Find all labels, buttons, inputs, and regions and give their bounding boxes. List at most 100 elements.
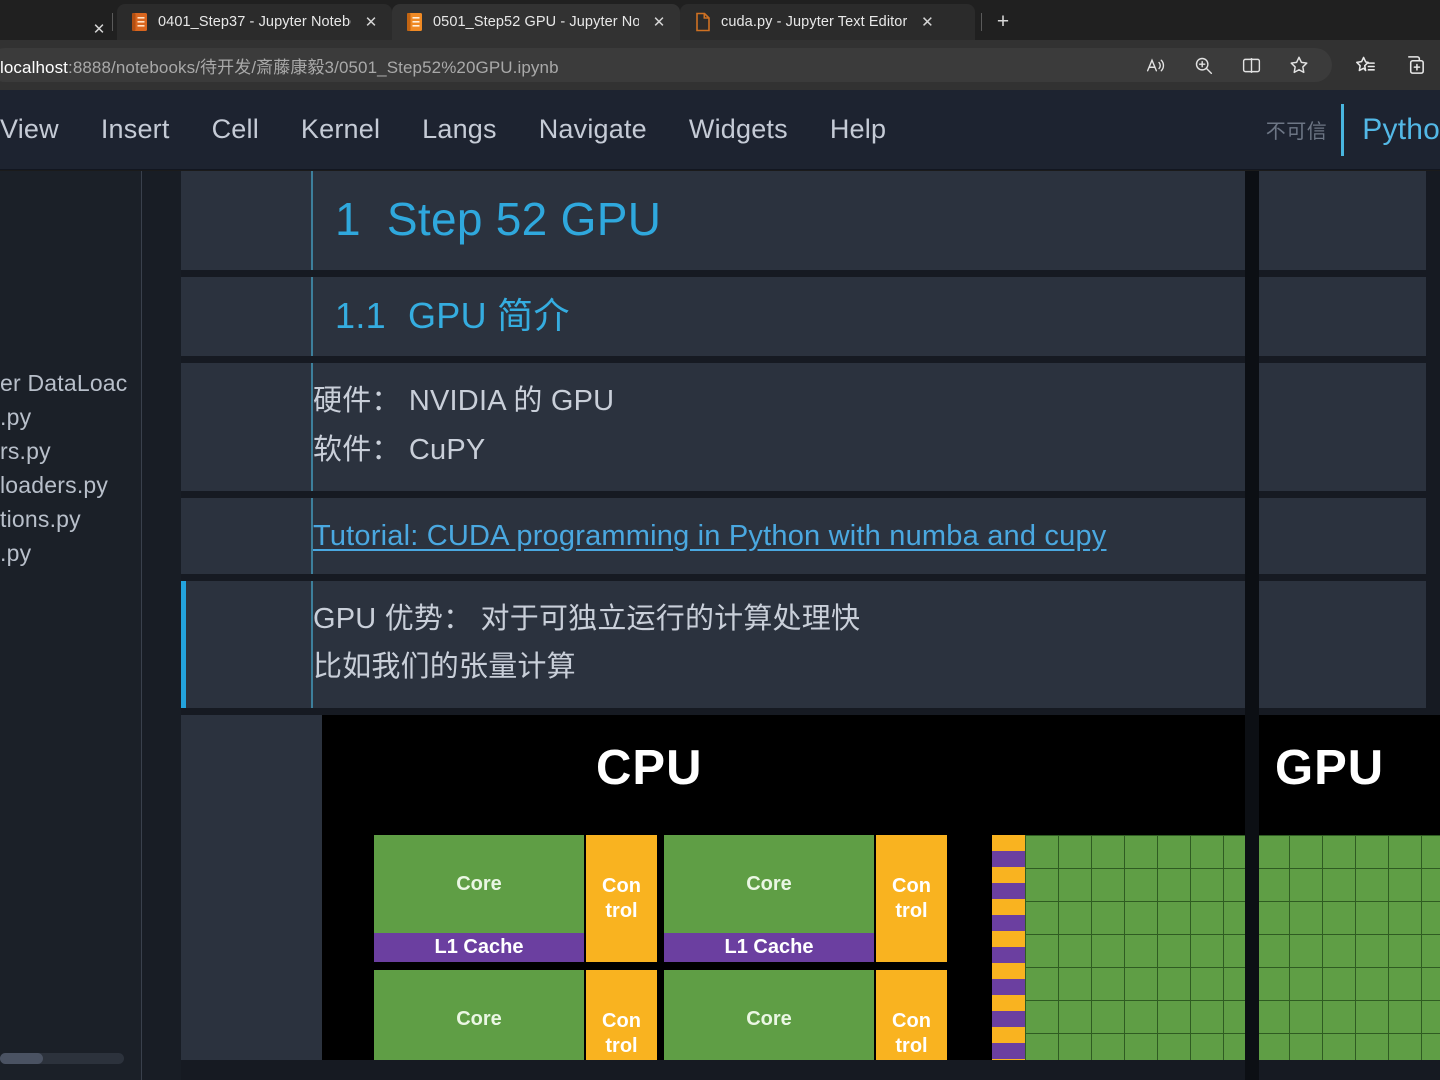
menu-item-widgets[interactable]: Widgets	[668, 114, 809, 145]
cell-prompt-gutter	[181, 171, 311, 270]
browser-tab-0[interactable]: 0401_Step37 - Jupyter Notebook ✕	[117, 4, 392, 40]
browser-tab-1[interactable]: 0501_Step52 GPU - Jupyter Note ✕	[392, 4, 680, 40]
notebook-cell-5[interactable]: CPU GPU Core L1 Cache Con trol Core L1 C…	[181, 715, 1440, 1061]
sidebar-item-1[interactable]: .py	[0, 400, 142, 434]
cell-prompt-gutter	[181, 581, 311, 708]
menu-item-navigate[interactable]: Navigate	[518, 114, 668, 145]
cell-selection-bar	[181, 715, 186, 1060]
sidebar-panel: er DataLoac .py rs.py loaders.py tions.p…	[0, 171, 142, 1080]
read-aloud-icon[interactable]	[1140, 50, 1170, 80]
url-path: :8888/notebooks/待开发/斎藤康毅3/0501_Step52%20…	[68, 57, 559, 77]
sidebar-item-5[interactable]: .py	[0, 536, 142, 570]
paragraph-line: GPU 优势： 对于可独立运行的计算处理快	[313, 602, 861, 635]
notebook-left-margin	[142, 171, 181, 1080]
gpu-core-cells	[1025, 835, 1440, 1061]
tutorial-link[interactable]: Tutorial: CUDA programming in Python wit…	[313, 520, 1107, 552]
notebook-cell-2[interactable]: 硬件： NVIDIA 的 GPU 软件： CuPY	[181, 363, 1426, 491]
sidebar-horizontal-scrollbar[interactable]	[0, 1053, 124, 1064]
heading-section-number: 1	[335, 193, 361, 245]
cell-selection-bar	[181, 580, 186, 709]
new-tab-button[interactable]: +	[986, 7, 1020, 37]
browser-chrome: ✕ 0401_Step37 - Jupyter Notebook ✕	[0, 0, 1440, 90]
tab-close-icon-clipped[interactable]: ✕	[88, 18, 110, 40]
browser-tab-close-icon-0[interactable]: ✕	[360, 11, 382, 33]
gpu-control-stripe	[992, 963, 1025, 980]
cpu-core-block: Core	[664, 835, 874, 934]
control-label-line2: trol	[895, 899, 928, 922]
sidebar-item-3[interactable]: loaders.py	[0, 468, 142, 502]
menu-item-kernel[interactable]: Kernel	[280, 114, 401, 145]
cell-body: CPU GPU Core L1 Cache Con trol Core L1 C…	[322, 715, 1440, 1061]
tab-divider	[112, 13, 113, 31]
browser-tab-close-icon-1[interactable]: ✕	[648, 11, 670, 33]
gpu-control-stripe	[992, 835, 1025, 852]
zoom-search-icon[interactable]	[1188, 50, 1218, 80]
kernel-indicator[interactable]: Pytho	[1362, 113, 1440, 147]
notebook-cell-4[interactable]: GPU 优势： 对于可独立运行的计算处理快 比如我们的张量计算	[181, 580, 1426, 709]
cpu-core-block: Core	[374, 835, 584, 934]
cell-prompt-gutter	[181, 498, 311, 574]
tab-divider	[981, 13, 982, 31]
heading-text: Step 52 GPU	[386, 193, 662, 245]
cell-selection-bar	[181, 171, 186, 270]
kernel-separator	[1341, 103, 1345, 156]
favorite-star-icon[interactable]	[1284, 50, 1314, 80]
menu-item-langs[interactable]: Langs	[401, 114, 518, 145]
cpu-core-unit: Core L1 Cache Con trol	[664, 835, 947, 963]
split-screen-icon[interactable]	[1236, 50, 1266, 80]
text-file-icon	[694, 12, 712, 32]
menubar-status-area: 不可信 Pytho	[1266, 90, 1440, 169]
gpu-control-stripe	[992, 867, 1025, 884]
cpu-label: CPU	[596, 741, 703, 796]
gpu-control-stripe	[992, 1059, 1025, 1061]
cell-prompt-gutter	[181, 715, 322, 1060]
cpu-core-unit: Core L1 Cache Con trol	[664, 970, 947, 1061]
browser-address-bar-row: localhost:8888/notebooks/待开发/斎藤康毅3/0501_…	[0, 40, 1440, 90]
notebook-right-margin	[1245, 171, 1259, 1080]
gpu-cache-stripe	[992, 947, 1025, 964]
jupyter-menubar: View Insert Cell Kernel Langs Navigate W…	[0, 90, 1440, 170]
browser-tabstrip: ✕ 0401_Step37 - Jupyter Notebook ✕	[0, 0, 1440, 40]
browser-tab-title-1: 0501_Step52 GPU - Jupyter Note	[433, 14, 639, 30]
gpu-cache-stripe	[992, 979, 1025, 996]
heading-section-number: 1.1	[335, 294, 386, 336]
sidebar-item-4[interactable]: tions.py	[0, 502, 142, 536]
cell-body: GPU 优势： 对于可独立运行的计算处理快 比如我们的张量计算	[313, 581, 1426, 708]
omnibox-actions	[1140, 50, 1320, 80]
sidebar-item-2[interactable]: rs.py	[0, 434, 142, 468]
menu-item-view[interactable]: View	[0, 114, 80, 145]
gpu-cache-stripe	[992, 851, 1025, 868]
sidebar-item-0[interactable]: er DataLoac	[0, 366, 142, 400]
browser-tab-2[interactable]: cuda.py - Jupyter Text Editor ✕	[680, 4, 975, 40]
control-label-line1: Con	[602, 1009, 641, 1032]
cpu-control-block: Con trol	[876, 970, 947, 1061]
trust-status-badge[interactable]: 不可信	[1266, 115, 1342, 144]
notebook-cell-1[interactable]: 1.1 GPU 简介	[181, 276, 1426, 357]
gpu-control-stripe	[992, 899, 1025, 916]
notebook-cell-3[interactable]: Tutorial: CUDA programming in Python wit…	[181, 497, 1426, 574]
control-label-line2: trol	[895, 1034, 928, 1057]
add-to-collections-icon[interactable]	[1400, 50, 1430, 80]
menu-item-cell[interactable]: Cell	[191, 114, 280, 145]
gpu-control-cache-stripes	[992, 835, 1025, 1061]
control-label-line2: trol	[605, 899, 638, 922]
browser-toolbar-icons	[1350, 48, 1436, 82]
paragraph-line: 软件： CuPY	[313, 434, 486, 466]
browser-tab-close-icon-2[interactable]: ✕	[916, 11, 938, 33]
menu-item-help[interactable]: Help	[809, 114, 907, 145]
cpu-core-grid: Core L1 Cache Con trol Core L1 Cache Con…	[374, 835, 947, 1061]
menu-item-insert[interactable]: Insert	[80, 114, 191, 145]
notebook-cell-0[interactable]: 1 Step 52 GPU	[181, 171, 1426, 270]
cell-selection-bar	[181, 498, 186, 574]
collections-star-icon[interactable]	[1350, 50, 1380, 80]
gpu-control-stripe	[992, 931, 1025, 948]
control-label-line2: trol	[605, 1034, 638, 1057]
page-body: er DataLoac .py rs.py loaders.py tions.p…	[0, 171, 1440, 1080]
cpu-control-block: Con trol	[586, 835, 657, 963]
sidebar-scrollbar-thumb[interactable]	[0, 1053, 43, 1064]
cell-selection-bar	[181, 363, 186, 490]
cell-selection-bar	[181, 277, 186, 356]
url-text: localhost:8888/notebooks/待开发/斎藤康毅3/0501_…	[0, 53, 1140, 78]
gpu-cache-stripe	[992, 915, 1025, 932]
address-bar[interactable]: localhost:8888/notebooks/待开发/斎藤康毅3/0501_…	[0, 48, 1332, 82]
